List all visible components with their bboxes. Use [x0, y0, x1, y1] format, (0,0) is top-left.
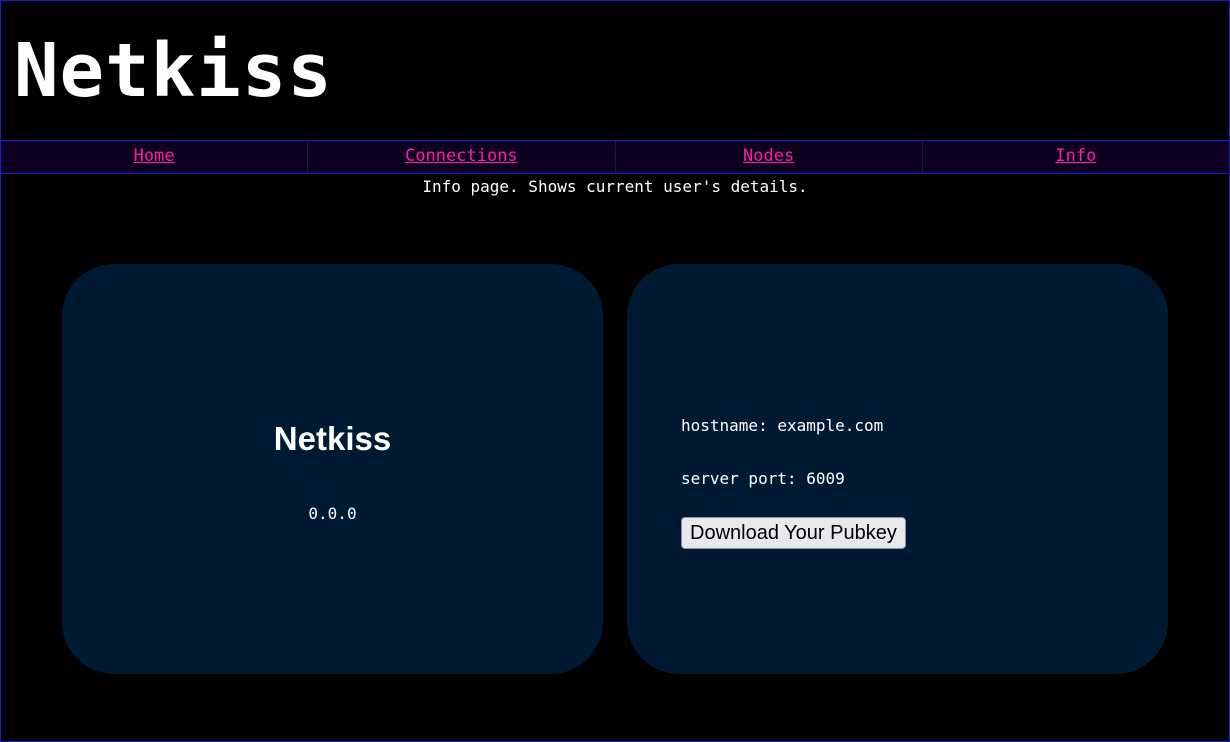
nav-item-nodes: Nodes — [616, 141, 923, 173]
app-info-card: Netkiss 0.0.0 — [62, 264, 603, 674]
main-nav: Home Connections Nodes Info — [1, 140, 1229, 174]
server-port-text: server port: 6009 — [681, 469, 845, 488]
nav-link-info[interactable]: Info — [1055, 146, 1096, 166]
page-description: Info page. Shows current user's details. — [422, 177, 808, 196]
nav-link-connections[interactable]: Connections — [405, 146, 518, 166]
nav-link-nodes[interactable]: Nodes — [743, 146, 794, 166]
download-pubkey-button[interactable]: Download Your Pubkey — [681, 517, 906, 549]
site-header: Netkiss — [1, 1, 1229, 140]
nav-item-info: Info — [923, 141, 1229, 173]
nav-item-connections: Connections — [308, 141, 616, 173]
server-info-card: hostname: example.com server port: 6009 … — [627, 264, 1168, 674]
hostname-text: hostname: example.com — [681, 416, 884, 435]
app-version: 0.0.0 — [308, 504, 357, 523]
nav-item-home: Home — [1, 141, 309, 173]
nav-link-home[interactable]: Home — [134, 146, 175, 166]
app-name: Netkiss — [273, 420, 392, 457]
site-title: Netkiss — [14, 28, 333, 114]
